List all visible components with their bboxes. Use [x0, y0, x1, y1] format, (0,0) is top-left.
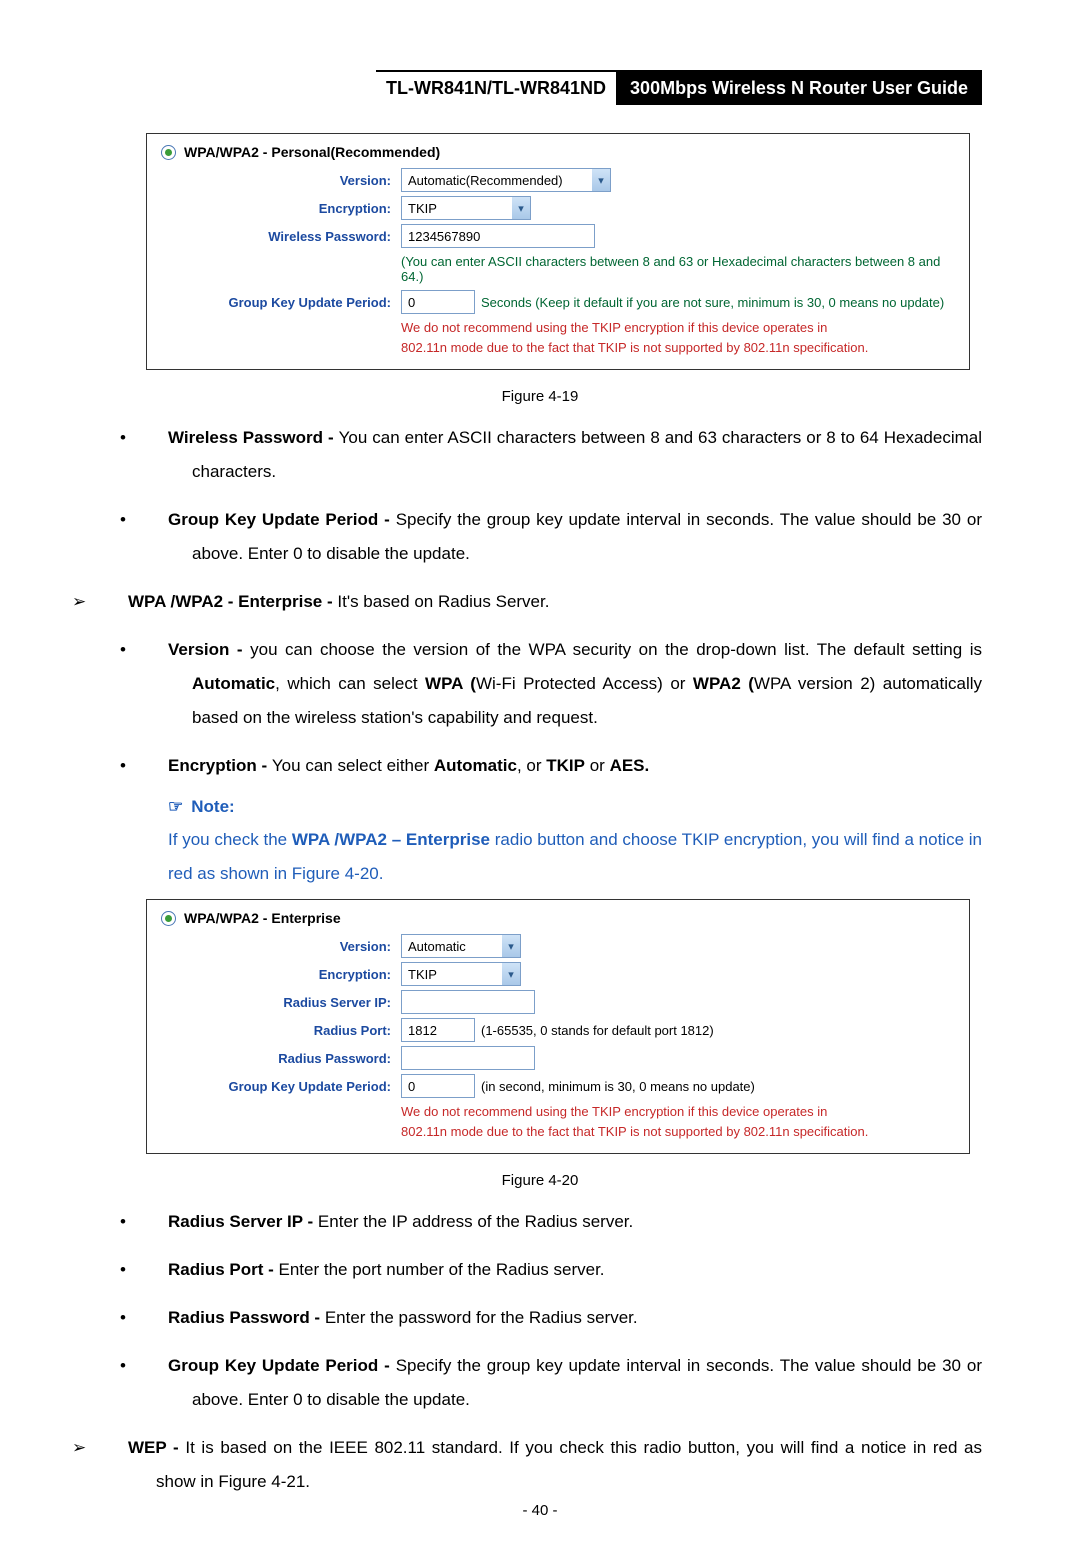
bullet-wep: ➢WEP - It is based on the IEEE 802.11 st…	[128, 1431, 982, 1499]
tkip-warning: We do not recommend using the TKIP encry…	[401, 318, 955, 357]
figure-caption-2: Figure 4-20	[98, 1172, 982, 1189]
radio-dot-icon	[161, 911, 176, 926]
radius-port-input[interactable]: 1812	[401, 1018, 475, 1042]
radius-password-label: Radius Password:	[161, 1051, 401, 1066]
version-select[interactable]: Automatic(Recommended) ▾	[401, 168, 611, 192]
bullet-radius-password: •Radius Password - Enter the password fo…	[168, 1301, 982, 1335]
radio-dot-icon	[161, 145, 176, 160]
page: TL-WR841N/TL-WR841ND 300Mbps Wireless N …	[0, 0, 1080, 1553]
version-select[interactable]: Automatic ▾	[401, 934, 521, 958]
page-number: - 40 -	[0, 1502, 1080, 1519]
group-key-period-hint: (in second, minimum is 30, 0 means no up…	[481, 1079, 755, 1094]
group-key-period-label: Group Key Update Period:	[161, 295, 401, 310]
bullet-radius-port: •Radius Port - Enter the port number of …	[168, 1253, 982, 1287]
group-key-period-input[interactable]: 0	[401, 1074, 475, 1098]
encryption-select[interactable]: TKIP ▾	[401, 962, 521, 986]
bullet-wireless-password: •Wireless Password - You can enter ASCII…	[168, 421, 982, 489]
note-block: ☞ Note: If you check the WPA /WPA2 – Ente…	[168, 797, 982, 891]
group-key-period-label: Group Key Update Period:	[161, 1079, 401, 1094]
chevron-down-icon: ▾	[502, 935, 520, 957]
doc-title: 300Mbps Wireless N Router User Guide	[616, 70, 982, 105]
bullet-encryption: •Encryption - You can select either Auto…	[168, 749, 982, 783]
note-body: If you check the WPA /WPA2 – Enterprise …	[168, 823, 982, 891]
figure-caption-1: Figure 4-19	[98, 388, 982, 405]
chevron-down-icon: ▾	[592, 169, 610, 191]
radio-wpa-personal[interactable]: WPA/WPA2 - Personal(Recommended)	[161, 144, 955, 160]
bullet-group-key-2: •Group Key Update Period - Specify the g…	[168, 1349, 982, 1417]
encryption-label: Encryption:	[161, 967, 401, 982]
tkip-warning: We do not recommend using the TKIP encry…	[401, 1102, 955, 1141]
wpa-enterprise-panel: WPA/WPA2 - Enterprise Version: Automatic…	[146, 899, 970, 1154]
radius-ip-label: Radius Server IP:	[161, 995, 401, 1010]
radius-ip-input[interactable]	[401, 990, 535, 1014]
radio-label: WPA/WPA2 - Personal(Recommended)	[184, 144, 440, 160]
pointing-hand-icon: ☞	[168, 797, 183, 816]
radio-wpa-enterprise[interactable]: WPA/WPA2 - Enterprise	[161, 910, 955, 926]
bullet-enterprise: ➢WPA /WPA2 - Enterprise - It's based on …	[128, 585, 982, 619]
bullet-group-key: •Group Key Update Period - Specify the g…	[168, 503, 982, 571]
bullet-version: •Version - you can choose the version of…	[168, 633, 982, 735]
page-header: TL-WR841N/TL-WR841ND 300Mbps Wireless N …	[98, 70, 982, 105]
wireless-password-input[interactable]: 1234567890	[401, 224, 595, 248]
wireless-password-label: Wireless Password:	[161, 229, 401, 244]
radius-port-label: Radius Port:	[161, 1023, 401, 1038]
radius-password-input[interactable]	[401, 1046, 535, 1070]
radius-port-hint: (1-65535, 0 stands for default port 1812…	[481, 1023, 714, 1038]
group-key-period-input[interactable]: 0	[401, 290, 475, 314]
encryption-select[interactable]: TKIP ▾	[401, 196, 531, 220]
note-heading: Note:	[191, 797, 234, 816]
product-model: TL-WR841N/TL-WR841ND	[376, 70, 616, 105]
password-hint: (You can enter ASCII characters between …	[401, 252, 955, 286]
encryption-label: Encryption:	[161, 201, 401, 216]
chevron-down-icon: ▾	[502, 963, 520, 985]
group-key-period-hint: Seconds (Keep it default if you are not …	[481, 295, 944, 310]
bullet-radius-ip: •Radius Server IP - Enter the IP address…	[168, 1205, 982, 1239]
version-label: Version:	[161, 939, 401, 954]
wpa-personal-panel: WPA/WPA2 - Personal(Recommended) Version…	[146, 133, 970, 370]
chevron-down-icon: ▾	[512, 197, 530, 219]
radio-label: WPA/WPA2 - Enterprise	[184, 910, 341, 926]
version-label: Version:	[161, 173, 401, 188]
